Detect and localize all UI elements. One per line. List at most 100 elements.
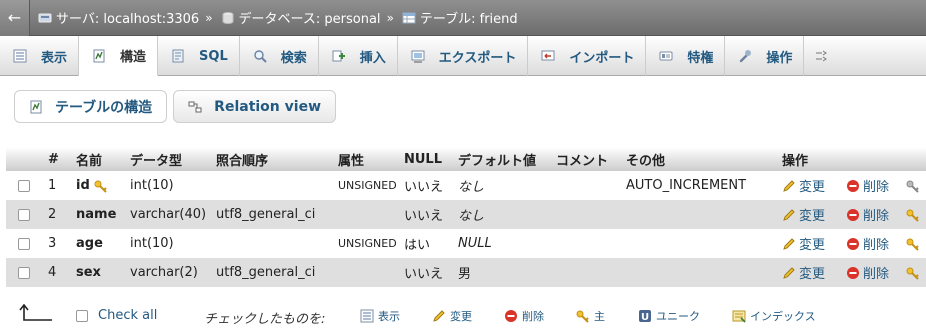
edit-label: 変更 — [799, 180, 826, 195]
relation-view-button[interactable]: Relation view — [173, 90, 336, 123]
delete-label: 削除 — [863, 209, 890, 224]
primary-key-action[interactable] — [906, 229, 924, 258]
key-icon — [906, 267, 919, 280]
primary-key-action[interactable] — [906, 258, 924, 287]
table-row: 1 id int(10) UNSIGNED いいえ なし AUTO_INCREM… — [6, 171, 926, 200]
column-name-label: id — [76, 178, 90, 193]
tab-insert-label: 挿入 — [359, 50, 386, 66]
column-default: なし — [458, 180, 485, 195]
column-name: name — [76, 207, 117, 222]
bulk-browse-label: 表示 — [378, 310, 400, 323]
tab-insert[interactable]: 挿入 — [319, 36, 398, 76]
delete-link[interactable]: 削除 — [846, 258, 889, 287]
table-row: 2 name varchar(40) utf8_general_ci いいえ な… — [6, 200, 926, 229]
index-icon — [732, 310, 746, 323]
edit-link[interactable]: 変更 — [782, 200, 825, 229]
header-default[interactable]: デフォルト値 — [458, 147, 536, 171]
column-name: id — [76, 171, 112, 200]
key-icon — [906, 209, 919, 222]
tab-browse[interactable]: 表示 — [0, 36, 80, 76]
check-all-label[interactable]: Check all — [98, 308, 157, 323]
insert-icon — [332, 50, 345, 62]
row-checkbox[interactable] — [18, 237, 30, 250]
delete-icon — [847, 266, 859, 279]
column-default: 男 — [458, 267, 472, 282]
breadcrumb-table[interactable]: テーブル: friend — [402, 8, 518, 27]
check-all-checkbox[interactable] — [76, 309, 88, 322]
tab-sql[interactable]: SQL — [158, 36, 240, 76]
table-row: 4 sex varchar(2) utf8_general_ci いいえ 男 変… — [6, 258, 926, 287]
back-button[interactable]: ← — [0, 0, 30, 36]
column-type: varchar(40) — [130, 207, 207, 222]
header-collation[interactable]: 照合順序 — [216, 147, 268, 171]
row-checkbox[interactable] — [18, 266, 30, 279]
bulk-index-button[interactable]: インデックス — [732, 308, 816, 324]
bulk-index-label: インデックス — [750, 310, 816, 323]
tab-import[interactable]: インポート — [528, 36, 647, 76]
header-comment[interactable]: コメント — [556, 147, 608, 171]
tab-operations[interactable]: 操作 — [725, 36, 805, 76]
column-null: いいえ — [404, 267, 444, 282]
tab-structure-label: 構造 — [120, 50, 147, 65]
bulk-primary-button[interactable]: 主 — [576, 308, 605, 324]
bulk-unique-button[interactable]: U ユニーク — [638, 308, 700, 324]
bulk-drop-button[interactable]: 削除 — [504, 308, 544, 324]
browse-icon — [13, 49, 27, 63]
structure-subnav: テーブルの構造 Relation view — [14, 90, 342, 123]
row-checkbox[interactable] — [18, 208, 30, 221]
key-gray-icon — [906, 180, 919, 193]
delete-label: 削除 — [863, 180, 890, 195]
breadcrumb-server[interactable]: サーバ: localhost:3306 — [38, 8, 199, 27]
delete-link[interactable]: 削除 — [846, 200, 889, 229]
column-default: なし — [458, 209, 485, 224]
tab-browse-label: 表示 — [41, 50, 68, 66]
tab-sql-label: SQL — [199, 48, 228, 64]
relation-icon — [188, 101, 202, 112]
column-extra: AUTO_INCREMENT — [626, 178, 747, 193]
breadcrumb-database[interactable]: データベース: personal — [221, 8, 381, 27]
pencil-icon — [783, 208, 795, 221]
tab-export[interactable]: エクスポート — [398, 36, 529, 76]
edit-link[interactable]: 変更 — [782, 258, 825, 287]
header-attributes[interactable]: 属性 — [338, 147, 364, 171]
tab-structure[interactable]: 構造 — [79, 36, 159, 76]
row-checkbox[interactable] — [18, 179, 30, 192]
with-selected-label: チェックしたものを: — [204, 312, 326, 327]
pencil-icon — [783, 237, 795, 250]
column-collation: utf8_general_ci — [216, 265, 316, 280]
bulk-change-button[interactable]: 変更 — [432, 308, 472, 324]
edit-link[interactable]: 変更 — [782, 229, 825, 258]
server-icon — [38, 13, 52, 22]
column-type: int(10) — [130, 178, 174, 193]
pencil-icon — [783, 179, 795, 192]
key-icon — [906, 238, 919, 251]
breadcrumb-separator: » — [386, 10, 394, 25]
header-name[interactable]: 名前 — [76, 147, 102, 171]
edit-label: 変更 — [799, 209, 826, 224]
header-type[interactable]: データ型 — [130, 147, 182, 171]
delete-label: 削除 — [863, 238, 890, 253]
delete-link[interactable]: 削除 — [846, 171, 889, 200]
delete-icon — [847, 237, 859, 250]
key-icon — [576, 310, 589, 323]
delete-link[interactable]: 削除 — [846, 229, 889, 258]
column-null: いいえ — [404, 180, 444, 195]
table-icon — [402, 12, 416, 23]
bulk-browse-button[interactable]: 表示 — [360, 308, 400, 324]
table-structure-button[interactable]: テーブルの構造 — [14, 90, 168, 123]
header-null[interactable]: NULL — [404, 147, 442, 171]
sql-icon — [172, 49, 184, 63]
primary-key-action[interactable] — [906, 200, 924, 229]
tab-more[interactable] — [804, 36, 843, 76]
tab-search-label: 検索 — [280, 50, 307, 66]
breadcrumb-server-label: サーバ: localhost:3306 — [56, 12, 200, 27]
header-extra[interactable]: その他 — [626, 147, 665, 171]
column-type: varchar(2) — [130, 265, 198, 280]
structure-table: # 名前 データ型 照合順序 属性 NULL デフォルト値 コメント その他 操… — [6, 147, 926, 287]
check-all[interactable]: Check all — [76, 308, 157, 323]
tab-search[interactable]: 検索 — [240, 36, 319, 76]
edit-link[interactable]: 変更 — [782, 171, 825, 200]
tab-privileges[interactable]: 特権 — [646, 36, 726, 76]
tab-privileges-label: 特権 — [687, 50, 714, 66]
tab-export-label: エクスポート — [438, 50, 517, 66]
